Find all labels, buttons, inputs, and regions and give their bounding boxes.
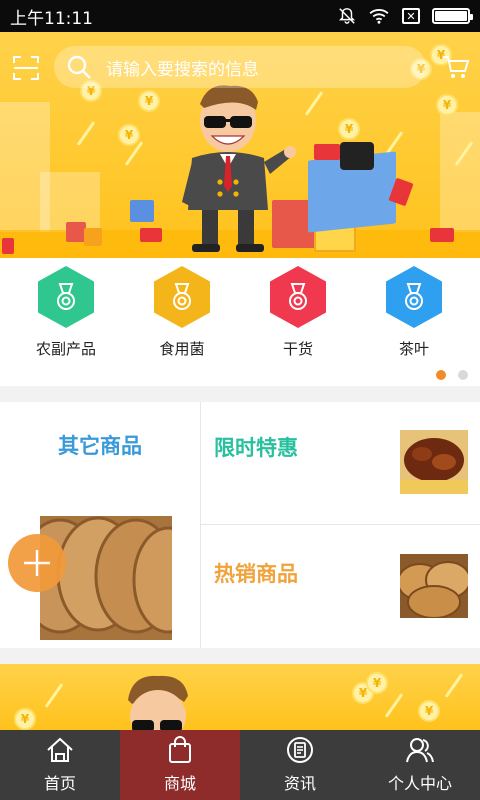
plus-icon <box>24 550 50 576</box>
tab-label: 资讯 <box>283 774 316 793</box>
category-row: 农副产品 食用菌 干货 茶叶 <box>0 258 480 386</box>
category-label: 茶叶 <box>398 340 429 358</box>
profile-icon <box>406 738 434 763</box>
category-item-fungi[interactable]: 食用菌 <box>122 266 242 359</box>
carousel-dot-active[interactable] <box>436 370 446 380</box>
bottom-tab-bar: 首页 商城 资讯 个人中心 <box>0 730 480 800</box>
coin-icon: ¥ <box>436 94 458 116</box>
category-hex-icon <box>270 266 326 328</box>
coin-icon: ¥ <box>418 700 440 722</box>
search-bar[interactable]: 请输入要搜索的信息 <box>54 46 426 88</box>
coin-icon: ¥ <box>118 124 140 146</box>
category-hex-icon <box>154 266 210 328</box>
category-hex-icon <box>38 266 94 328</box>
phone-in-box <box>340 142 374 170</box>
home-icon <box>47 737 73 762</box>
red-envelope <box>314 144 340 160</box>
scan-icon[interactable] <box>12 54 40 82</box>
battery-icon <box>432 8 473 24</box>
gift-box <box>66 222 86 242</box>
businessman-illustration <box>182 85 296 252</box>
carousel-dot[interactable] <box>458 370 468 380</box>
medal-icon <box>289 283 307 310</box>
coin-icon: ¥ <box>366 672 388 694</box>
category-hex-icon <box>386 266 442 328</box>
coin-icon: ¥ <box>14 708 36 730</box>
cart-icon[interactable] <box>442 54 470 80</box>
status-bar: 上午11:11 ✕ <box>0 0 480 32</box>
red-envelope <box>430 228 454 242</box>
status-time: 上午11:11 <box>10 8 93 29</box>
red-envelope <box>2 238 14 254</box>
tab-profile[interactable]: 个人中心 <box>360 730 480 800</box>
hot-products-title: 热销商品 <box>214 562 298 586</box>
category-item-dried[interactable]: 干货 <box>238 266 358 359</box>
category-label: 农副产品 <box>35 340 96 358</box>
tab-label: 首页 <box>43 774 76 793</box>
medal-icon <box>405 283 423 310</box>
coin-icon: ¥ <box>338 118 360 140</box>
tab-mall[interactable]: 商城 <box>120 730 240 800</box>
category-item-tea[interactable]: 茶叶 <box>354 266 474 359</box>
medal-icon <box>173 283 191 310</box>
search-icon <box>67 55 91 79</box>
tab-news[interactable]: 资讯 <box>240 730 360 800</box>
category-label: 食用菌 <box>159 340 205 358</box>
shopping-bag-icon <box>169 736 191 763</box>
tab-home[interactable]: 首页 <box>0 730 120 800</box>
naan-image <box>400 554 468 618</box>
secondary-banner[interactable]: ¥ ¥ ¥ ¥ <box>0 664 480 730</box>
mute-bell-icon <box>338 8 356 24</box>
promo-grid: 其它商品 限时特惠 热销商品 <box>0 402 480 648</box>
promo-banner[interactable]: ¥ ¥ ¥ ¥ ¥ ¥ ¥ 请输入要搜索的信息 <box>0 32 480 258</box>
category-item-agri[interactable]: 农副产品 <box>6 266 126 359</box>
carousel-dots <box>436 370 468 380</box>
status-icons: ✕ <box>338 7 473 25</box>
gift-box <box>130 200 154 222</box>
search-placeholder: 请输入要搜索的信息 <box>106 59 259 80</box>
add-button[interactable] <box>8 534 66 592</box>
other-products-title: 其它商品 <box>58 434 142 458</box>
tab-label: 个人中心 <box>387 774 452 793</box>
limited-offer-title: 限时特惠 <box>214 436 298 460</box>
gift-box <box>84 228 102 246</box>
coin-icon: ¥ <box>138 90 160 112</box>
wifi-icon <box>369 9 389 24</box>
no-sim-icon: ✕ <box>402 8 420 24</box>
red-envelope <box>140 228 162 242</box>
tab-label: 商城 <box>163 774 196 793</box>
medal-icon <box>57 283 75 310</box>
roast-meat-image <box>400 430 468 494</box>
businessman-illustration <box>128 675 188 730</box>
news-icon <box>287 737 313 763</box>
category-label: 干货 <box>282 340 313 358</box>
